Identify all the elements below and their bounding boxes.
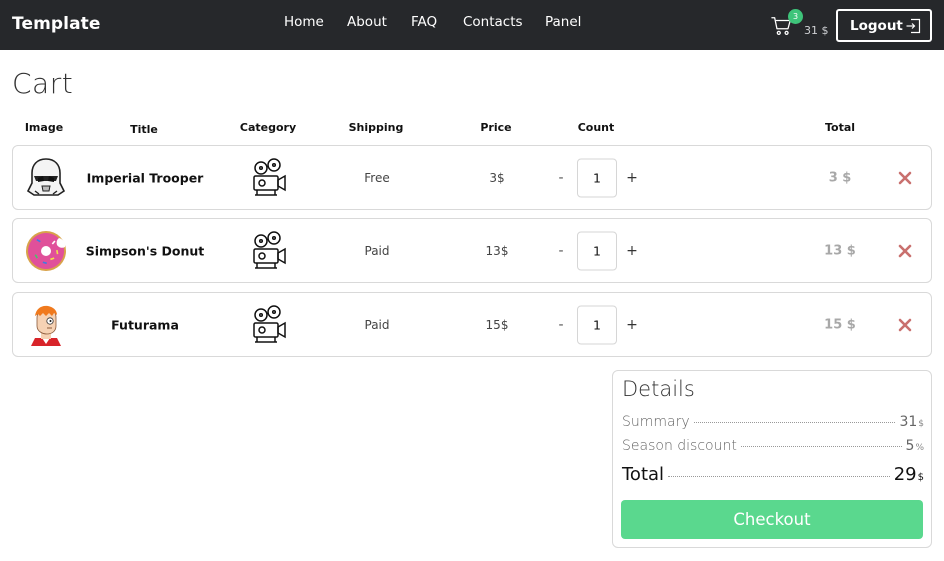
row-total: 13 $: [824, 243, 856, 258]
navbar: Template Home About FAQ Contacts Panel 3…: [0, 0, 944, 50]
price-value: 15$: [485, 317, 509, 332]
price-value: 13$: [485, 243, 509, 258]
total-label: Total: [622, 464, 665, 485]
pink-donut-image: [26, 231, 66, 271]
header-shipping: Shipping: [348, 121, 404, 134]
item-title: Imperial Trooper: [86, 170, 204, 185]
dotted-leader: [740, 446, 902, 447]
increase-button[interactable]: +: [626, 243, 638, 259]
details-title: Details: [622, 377, 695, 401]
total-unit: $: [917, 472, 924, 483]
remove-item-icon[interactable]: [898, 244, 912, 258]
total-row: Total 29 $: [622, 464, 924, 485]
discount-label: Season discount: [622, 438, 737, 454]
nav-link-contacts[interactable]: Contacts: [463, 14, 523, 30]
fry-character-image: [31, 305, 61, 346]
order-details-panel: Details Summary 31 $ Season discount 5 %…: [612, 370, 932, 548]
quantity-input[interactable]: [577, 158, 617, 197]
nav-link-home[interactable]: Home: [284, 14, 324, 30]
decrease-button[interactable]: -: [558, 243, 563, 259]
logout-icon: [906, 18, 921, 34]
summary-unit: $: [918, 419, 924, 429]
discount-value: 5: [905, 438, 915, 454]
summary-value: 31: [899, 414, 918, 430]
remove-item-icon[interactable]: [898, 318, 912, 332]
logout-button[interactable]: Logout: [836, 9, 932, 42]
nav-link-panel[interactable]: Panel: [545, 14, 581, 30]
shipping-value: Paid: [364, 243, 390, 258]
nav-link-faq[interactable]: FAQ: [411, 14, 437, 30]
film-projector-icon: [253, 304, 286, 343]
quantity-input[interactable]: [577, 305, 617, 344]
cart-amount: 31 $: [804, 24, 829, 37]
decrease-button[interactable]: -: [558, 317, 563, 333]
summary-label: Summary: [622, 414, 690, 430]
checkout-button[interactable]: Checkout: [621, 500, 923, 539]
dotted-leader: [693, 422, 896, 423]
cart-count-badge: 3: [788, 9, 803, 24]
cart-row: Futurama Paid 15$ - + 15 $: [12, 292, 932, 357]
cart-row: Imperial Trooper Free 3$ - + 3 $: [12, 145, 932, 210]
header-category: Category: [239, 121, 297, 134]
row-total: 15 $: [824, 317, 856, 332]
cart-row: Simpson's Donut Paid 13$ - + 13 $: [12, 218, 932, 283]
summary-row: Summary 31 $: [622, 414, 924, 430]
film-projector-icon: [253, 230, 286, 269]
discount-unit: %: [915, 443, 924, 453]
nav-link-about[interactable]: About: [347, 14, 387, 30]
stormtrooper-helmet-image: [26, 158, 66, 196]
header-title: Title: [130, 123, 158, 136]
logout-label: Logout: [850, 17, 903, 34]
quantity-input[interactable]: [577, 231, 617, 270]
header-count: Count: [577, 121, 615, 134]
brand-logo[interactable]: Template: [12, 14, 101, 34]
remove-item-icon[interactable]: [898, 171, 912, 185]
increase-button[interactable]: +: [626, 317, 638, 333]
item-title: Simpson's Donut: [85, 243, 205, 258]
discount-row: Season discount 5 %: [622, 438, 924, 454]
row-total: 3 $: [828, 170, 852, 185]
price-value: 3$: [489, 170, 505, 185]
shipping-value: Paid: [364, 317, 390, 332]
increase-button[interactable]: +: [626, 170, 638, 186]
shipping-value: Free: [364, 170, 390, 185]
header-image: Image: [24, 121, 64, 134]
film-projector-icon: [253, 157, 286, 196]
header-price: Price: [480, 121, 512, 134]
dotted-leader: [668, 476, 890, 477]
header-total: Total: [824, 121, 856, 134]
item-title: Futurama: [111, 317, 179, 332]
decrease-button[interactable]: -: [558, 170, 563, 186]
total-value: 29: [893, 464, 917, 485]
page-title: Cart: [12, 67, 74, 100]
